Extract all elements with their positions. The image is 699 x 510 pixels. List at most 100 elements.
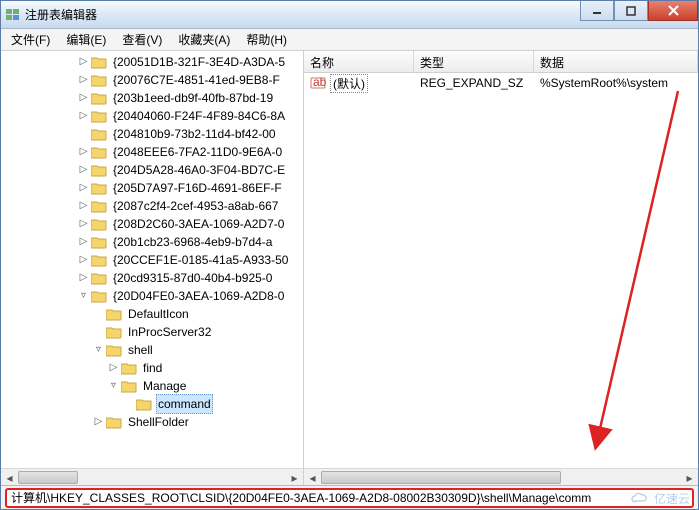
expand-toggle-icon[interactable]: ▷ bbox=[76, 161, 91, 179]
list-scroll-thumb[interactable] bbox=[321, 471, 561, 484]
path-field[interactable] bbox=[5, 488, 694, 508]
list-body[interactable]: ab (默认) REG_EXPAND_SZ %SystemRoot%\syste… bbox=[304, 73, 698, 468]
expand-toggle-icon[interactable]: ▷ bbox=[76, 107, 91, 125]
folder-icon bbox=[91, 181, 107, 195]
menu-edit[interactable]: 编辑(E) bbox=[58, 29, 114, 50]
tree-item-label[interactable]: {203b1eed-db9f-40fb-87bd-19 bbox=[111, 89, 275, 107]
tree-row[interactable]: ······▿shell bbox=[1, 341, 303, 359]
window: 注册表编辑器 文件(F) 编辑(E) 查看(V) 收藏夹(A) 帮助(H) ··… bbox=[0, 0, 699, 510]
tree-scroll-thumb[interactable] bbox=[18, 471, 78, 484]
close-button[interactable] bbox=[648, 1, 698, 21]
tree-row[interactable]: ·····▷{20b1cb23-6968-4eb9-b7d4-a bbox=[1, 233, 303, 251]
expand-toggle-icon[interactable]: ▷ bbox=[91, 413, 106, 431]
menu-file[interactable]: 文件(F) bbox=[3, 29, 58, 50]
tree-item-label[interactable]: {20404060-F24F-4F89-84C6-8A bbox=[111, 107, 287, 125]
tree-row[interactable]: ·····▷{20404060-F24F-4F89-84C6-8A bbox=[1, 107, 303, 125]
tree-item-label[interactable]: {20076C7E-4851-41ed-9EB8-F bbox=[111, 71, 282, 89]
list-row[interactable]: ab (默认) REG_EXPAND_SZ %SystemRoot%\syste… bbox=[304, 73, 698, 93]
tree-hscroll[interactable]: ◂ ▸ bbox=[1, 468, 303, 485]
tree-item-label[interactable]: {20D04FE0-3AEA-1069-A2D8-0 bbox=[111, 287, 286, 305]
expand-toggle-icon[interactable]: ▷ bbox=[76, 197, 91, 215]
tree-row[interactable]: ·····▷{20cd9315-87d0-40b4-b925-0 bbox=[1, 269, 303, 287]
expand-toggle-icon[interactable]: ▷ bbox=[76, 215, 91, 233]
tree-row[interactable]: ·······▷find bbox=[1, 359, 303, 377]
tree-row[interactable]: ·······InProcServer32 bbox=[1, 323, 303, 341]
tree-item-label[interactable]: {20cd9315-87d0-40b4-b925-0 bbox=[111, 269, 274, 287]
list-hscroll[interactable]: ◂ ▸ bbox=[304, 468, 698, 485]
tree-row[interactable]: ·····▷{2087c2f4-2cef-4953-a8ab-667 bbox=[1, 197, 303, 215]
folder-icon bbox=[136, 397, 152, 411]
tree-row[interactable]: ·····▷{204D5A28-46A0-3F04-BD7C-E bbox=[1, 161, 303, 179]
maximize-button[interactable] bbox=[614, 1, 648, 21]
tree-row[interactable]: ·····▷{205D7A97-F16D-4691-86EF-F bbox=[1, 179, 303, 197]
menu-favorites[interactable]: 收藏夹(A) bbox=[170, 29, 238, 50]
tree-item-label[interactable]: {205D7A97-F16D-4691-86EF-F bbox=[111, 179, 284, 197]
tree-row[interactable]: ·····▷{2048EEE6-7FA2-11D0-9E6A-0 bbox=[1, 143, 303, 161]
tree-item-label[interactable]: command bbox=[156, 394, 213, 414]
expand-toggle-icon[interactable]: ▷ bbox=[76, 269, 91, 287]
scroll-left-icon[interactable]: ◂ bbox=[304, 469, 321, 485]
svg-text:ab: ab bbox=[313, 75, 326, 89]
tree-item-label[interactable]: {20051D1B-321F-3E4D-A3DA-5 bbox=[111, 53, 287, 71]
window-controls bbox=[580, 1, 698, 21]
folder-icon bbox=[91, 271, 107, 285]
expand-toggle-icon[interactable]: ▷ bbox=[76, 179, 91, 197]
scroll-right-icon[interactable]: ▸ bbox=[286, 469, 303, 485]
tree-item-label[interactable]: ShellFolder bbox=[126, 413, 191, 431]
col-header-data[interactable]: 数据 bbox=[534, 51, 698, 72]
tree-item-label[interactable]: {20CCEF1E-0185-41a5-A933-50 bbox=[111, 251, 290, 269]
menubar: 文件(F) 编辑(E) 查看(V) 收藏夹(A) 帮助(H) bbox=[1, 29, 698, 51]
tree-item-label[interactable]: shell bbox=[126, 341, 155, 359]
tree-item-label[interactable]: DefaultIcon bbox=[126, 305, 191, 323]
tree-row[interactable]: ·····▷{208D2C60-3AEA-1069-A2D7-0 bbox=[1, 215, 303, 233]
folder-icon bbox=[91, 109, 107, 123]
minimize-button[interactable] bbox=[580, 1, 614, 21]
expand-toggle-icon[interactable]: ▷ bbox=[106, 359, 121, 377]
watermark-text: 亿速云 bbox=[654, 490, 690, 507]
tree-item-label[interactable]: {2087c2f4-2cef-4953-a8ab-667 bbox=[111, 197, 280, 215]
tree-item-label[interactable]: {204810b9-73b2-11d4-bf42-00 bbox=[111, 125, 278, 143]
tree-row[interactable]: ·····▷{20051D1B-321F-3E4D-A3DA-5 bbox=[1, 53, 303, 71]
tree-item-label[interactable]: {208D2C60-3AEA-1069-A2D7-0 bbox=[111, 215, 286, 233]
tree-item-label[interactable]: InProcServer32 bbox=[126, 323, 213, 341]
scroll-left-icon[interactable]: ◂ bbox=[1, 469, 18, 485]
tree-row[interactable]: ·······DefaultIcon bbox=[1, 305, 303, 323]
tree-item-label[interactable]: find bbox=[141, 359, 164, 377]
expand-toggle-icon[interactable]: ▷ bbox=[76, 251, 91, 269]
expand-toggle-icon[interactable]: ▿ bbox=[106, 377, 121, 395]
tree-row[interactable]: ·····▿{20D04FE0-3AEA-1069-A2D8-0 bbox=[1, 287, 303, 305]
expand-toggle-icon[interactable]: ▷ bbox=[76, 233, 91, 251]
tree-row[interactable]: ·········command bbox=[1, 395, 303, 413]
tree-row[interactable]: ······{204810b9-73b2-11d4-bf42-00 bbox=[1, 125, 303, 143]
tree-item-label[interactable]: {204D5A28-46A0-3F04-BD7C-E bbox=[111, 161, 287, 179]
value-name: (默认) bbox=[330, 74, 368, 93]
tree-item-label[interactable]: {20b1cb23-6968-4eb9-b7d4-a bbox=[111, 233, 274, 251]
tree-row[interactable]: ······▷ShellFolder bbox=[1, 413, 303, 431]
expand-toggle-icon[interactable]: ▷ bbox=[76, 89, 91, 107]
folder-icon bbox=[91, 217, 107, 231]
col-header-type[interactable]: 类型 bbox=[414, 51, 534, 72]
string-value-icon: ab bbox=[310, 75, 326, 91]
tree-row[interactable]: ·······▿Manage bbox=[1, 377, 303, 395]
watermark: 亿速云 bbox=[630, 490, 690, 507]
folder-icon bbox=[121, 361, 137, 375]
folder-icon bbox=[106, 307, 122, 321]
expand-toggle-icon[interactable]: ▿ bbox=[76, 287, 91, 305]
expand-toggle-icon[interactable]: ▷ bbox=[76, 71, 91, 89]
menu-help[interactable]: 帮助(H) bbox=[238, 29, 295, 50]
tree-row[interactable]: ·····▷{20CCEF1E-0185-41a5-A933-50 bbox=[1, 251, 303, 269]
list-pane: 名称 类型 数据 ab (默认) REG_EXPAND_SZ %SystemRo… bbox=[304, 51, 698, 485]
tree-item-label[interactable]: {2048EEE6-7FA2-11D0-9E6A-0 bbox=[111, 143, 284, 161]
tree-row[interactable]: ·····▷{20076C7E-4851-41ed-9EB8-F bbox=[1, 71, 303, 89]
expand-toggle-icon[interactable]: ▷ bbox=[76, 53, 91, 71]
menu-view[interactable]: 查看(V) bbox=[114, 29, 170, 50]
expand-toggle-icon[interactable]: ▷ bbox=[76, 143, 91, 161]
folder-icon bbox=[91, 235, 107, 249]
tree-row[interactable]: ·····▷{203b1eed-db9f-40fb-87bd-19 bbox=[1, 89, 303, 107]
tree-item-label[interactable]: Manage bbox=[141, 377, 188, 395]
expand-toggle-icon[interactable]: ▿ bbox=[91, 341, 106, 359]
registry-tree[interactable]: ·····▷{20051D1B-321F-3E4D-A3DA-5·····▷{2… bbox=[1, 51, 303, 468]
scroll-right-icon[interactable]: ▸ bbox=[681, 469, 698, 485]
tree-pane: ·····▷{20051D1B-321F-3E4D-A3DA-5·····▷{2… bbox=[1, 51, 304, 485]
col-header-name[interactable]: 名称 bbox=[304, 51, 414, 72]
